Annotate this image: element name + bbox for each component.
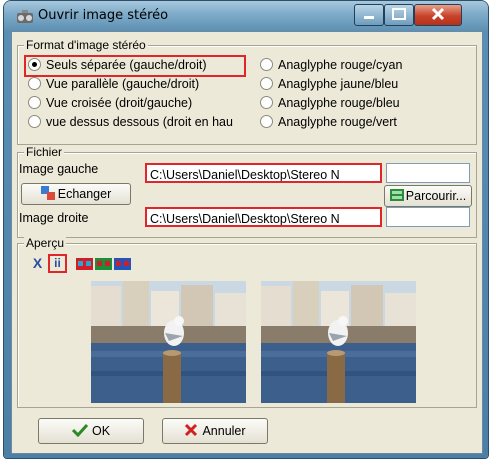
- radio-anaglyph-red-green[interactable]: Anaglyphe rouge/vert: [260, 115, 397, 132]
- right-image-label: Image droite: [19, 211, 89, 225]
- radio-label: Vue croisée (droit/gauche): [46, 96, 193, 110]
- left-preview-image: [91, 281, 246, 403]
- radio-indicator: [28, 115, 41, 128]
- radio-label: Anaglyphe jaune/bleu: [278, 77, 399, 91]
- file-legend: Fichier: [24, 145, 65, 159]
- left-image-extra-field[interactable]: [386, 163, 470, 183]
- title-bar[interactable]: Ouvrir image stéréo: [4, 1, 488, 31]
- parallel-view-icon[interactable]: ii: [48, 254, 67, 273]
- preview-images: [91, 281, 421, 403]
- highlight-selected-format: [24, 55, 246, 77]
- dialog-window: Ouvrir image stéréo Format d'image stéré…: [4, 1, 488, 458]
- radio-anaglyph-yellow-blue[interactable]: Anaglyphe jaune/bleu: [260, 77, 398, 94]
- radio-indicator: [260, 77, 273, 90]
- radio-label: vue dessus dessous (droit en hau: [46, 115, 233, 129]
- ok-button[interactable]: OK: [38, 418, 144, 444]
- radio-indicator: [260, 115, 273, 128]
- format-legend: Format d'image stéréo: [24, 38, 148, 52]
- radio-over-under[interactable]: vue dessus dessous (droit en hau: [28, 115, 260, 132]
- cancel-label: Annuler: [202, 424, 246, 438]
- browse-button[interactable]: Parcourir...: [384, 185, 472, 207]
- right-image-extra-field[interactable]: [386, 207, 470, 227]
- window-title: Ouvrir image stéréo: [38, 8, 169, 23]
- radio-parallel-view[interactable]: Vue parallèle (gauche/droit): [28, 77, 199, 94]
- radio-indicator: [260, 96, 273, 109]
- preview-toolbar: X ii: [28, 254, 168, 274]
- radio-indicator: [28, 77, 41, 90]
- minimize-button[interactable]: [354, 4, 384, 26]
- anaglyph-red-green-icon[interactable]: [94, 254, 113, 273]
- left-image-label: Image gauche: [19, 162, 99, 176]
- right-preview-image: [261, 281, 416, 403]
- check-icon: [71, 423, 89, 438]
- radio-anaglyph-red-blue[interactable]: Anaglyphe rouge/bleu: [260, 96, 400, 113]
- dialog-client: Format d'image stéréo Seuls séparée (gau…: [11, 31, 483, 454]
- radio-anaglyph-red-cyan[interactable]: Anaglyphe rouge/cyan: [260, 58, 402, 75]
- cross-view-icon[interactable]: X: [28, 254, 47, 273]
- swap-icon: [40, 186, 55, 200]
- radio-label: Anaglyphe rouge/bleu: [278, 96, 400, 110]
- format-group: Format d'image stéréo Seuls séparée (gau…: [17, 38, 477, 145]
- radio-cross-view[interactable]: Vue croisée (droit/gauche): [28, 96, 192, 113]
- stereo-camera-icon: [17, 10, 33, 23]
- close-button[interactable]: [414, 4, 462, 26]
- footer-bar: OK Annuler: [12, 408, 482, 453]
- swap-button[interactable]: Echanger: [21, 183, 131, 205]
- maximize-icon: [392, 8, 406, 20]
- right-image-path-field[interactable]: C:\Users\Daniel\Desktop\Stereo N: [145, 207, 382, 227]
- radio-indicator: [28, 96, 41, 109]
- preview-group: Aperçu X ii: [17, 236, 477, 408]
- browse-button-label: Parcourir...: [405, 189, 467, 203]
- radio-label: Anaglyphe rouge/vert: [278, 115, 397, 129]
- radio-label: Anaglyphe rouge/cyan: [278, 58, 403, 72]
- browse-icon: [389, 189, 404, 201]
- cancel-button[interactable]: Annuler: [162, 418, 268, 444]
- close-icon: [431, 7, 445, 21]
- left-image-path-field[interactable]: C:\Users\Daniel\Desktop\Stereo N: [145, 163, 382, 183]
- minimize-icon: [364, 16, 374, 19]
- anaglyph-red-cyan-icon[interactable]: [75, 254, 94, 273]
- swap-button-label: Echanger: [57, 187, 112, 201]
- ok-label: OK: [91, 424, 111, 438]
- preview-legend: Aperçu: [24, 236, 67, 250]
- cross-icon: [185, 423, 198, 437]
- file-group: Fichier Image gauche C:\Users\Daniel\Des…: [17, 145, 477, 238]
- maximize-button[interactable]: [384, 4, 414, 26]
- anaglyph-red-blue-icon[interactable]: [113, 254, 132, 273]
- radio-label: Vue parallèle (gauche/droit): [46, 77, 200, 91]
- radio-indicator: [260, 58, 273, 71]
